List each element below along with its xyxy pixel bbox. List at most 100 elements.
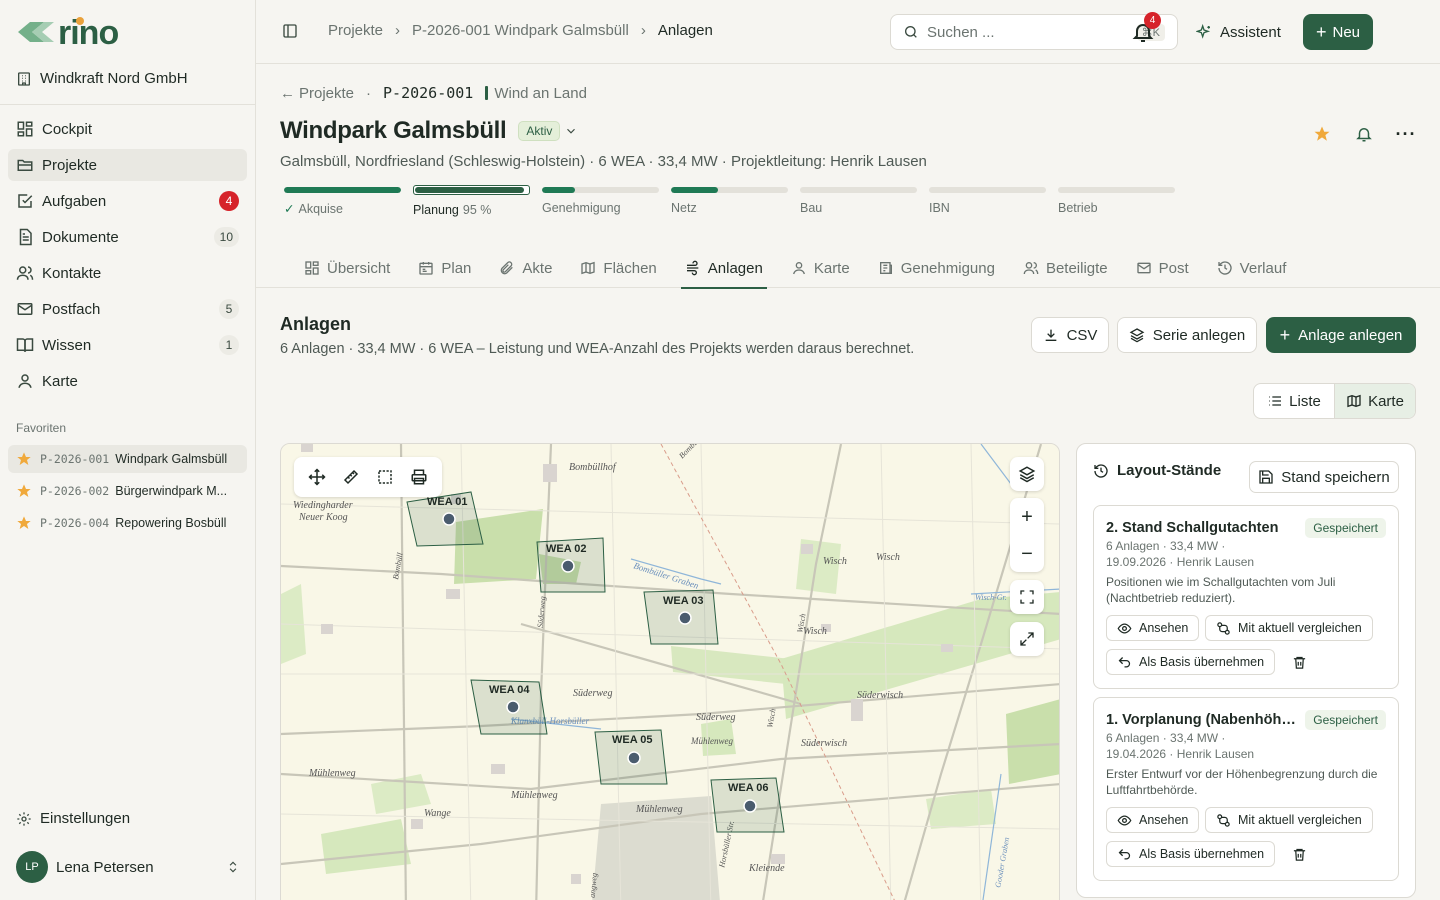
- compare-icon: [1217, 621, 1230, 635]
- tab-post[interactable]: Post: [1132, 248, 1193, 288]
- view-map-option[interactable]: Karte: [1334, 384, 1415, 418]
- view-label: Ansehen: [1139, 621, 1189, 635]
- select-area-icon[interactable]: [374, 466, 396, 488]
- adopt-base-button[interactable]: Als Basis übernehmen: [1106, 649, 1276, 675]
- adopt-base-button[interactable]: Als Basis übernehmen: [1106, 841, 1276, 867]
- project-meta-row: ← Projekte · P-2026-001 Wind an Land: [280, 84, 587, 102]
- stamp-icon: [878, 260, 894, 276]
- tab-flaechen[interactable]: Flächen: [576, 248, 660, 288]
- turbine-wea05[interactable]: WEA 05: [594, 729, 668, 785]
- phase-label: Akquise: [298, 201, 343, 216]
- favorite-item[interactable]: P-2026-004 Repowering Bosbüll: [8, 509, 247, 537]
- zoom-in-button[interactable]: +: [1010, 498, 1044, 535]
- assistant-button[interactable]: Assistent: [1196, 14, 1281, 50]
- fullscreen-button[interactable]: [1010, 622, 1044, 656]
- sidebar-item-projekte[interactable]: Projekte: [8, 149, 247, 181]
- layout-card: 1. Vorplanung (Nabenhöhe ... Gespeichert…: [1093, 697, 1399, 881]
- settings-link[interactable]: Einstellungen: [16, 810, 130, 827]
- tab-verlauf[interactable]: Verlauf: [1213, 248, 1291, 288]
- tab-label: Genehmigung: [900, 259, 995, 277]
- breadcrumb: Projekte › P-2026-001 Windpark Galmsbüll…: [282, 22, 713, 39]
- sidebar-item-cockpit[interactable]: Cockpit: [8, 113, 247, 145]
- sidebar-item-aufgaben[interactable]: Aufgaben 4: [8, 185, 247, 217]
- series-label: Serie anlegen: [1152, 326, 1246, 344]
- phase-akquise[interactable]: ✓ Akquise: [284, 187, 401, 217]
- favorite-item[interactable]: P-2026-001 Windpark Galmsbüll: [8, 445, 247, 473]
- layout-panel: Layout-Stände Stand speichern 2. Stand S…: [1076, 443, 1416, 898]
- view-layout-button[interactable]: Ansehen: [1106, 807, 1200, 833]
- sidebar-item-postfach[interactable]: Postfach 5: [8, 293, 247, 325]
- inbox-count-badge: 5: [219, 299, 239, 319]
- phase-genehmigung[interactable]: Genehmigung: [542, 187, 659, 217]
- turbine-wea01[interactable]: WEA 01: [406, 491, 484, 547]
- phase-netz[interactable]: Netz: [671, 187, 788, 217]
- phase-bau[interactable]: Bau: [800, 187, 917, 217]
- svg-text:Mühlenweg: Mühlenweg: [308, 768, 356, 779]
- phase-betrieb[interactable]: Betrieb: [1058, 187, 1175, 217]
- favorite-code: P-2026-002: [40, 484, 110, 498]
- more-icon[interactable]: ···: [1394, 122, 1418, 146]
- star-icon: [17, 516, 31, 529]
- logo[interactable]: rino: [16, 16, 119, 50]
- sidebar-item-karte[interactable]: Karte: [8, 365, 247, 397]
- sidebar-toggle-icon[interactable]: [282, 23, 298, 39]
- series-button[interactable]: Serie anlegen: [1117, 317, 1257, 353]
- eye-icon: [1117, 622, 1132, 634]
- tab-beteiligte[interactable]: Beteiligte: [1019, 248, 1112, 288]
- zoom-out-button[interactable]: −: [1010, 535, 1044, 572]
- org-name: Windkraft Nord GmbH: [40, 70, 188, 87]
- subscribe-bell-icon[interactable]: [1352, 122, 1376, 146]
- sidebar-item-wissen[interactable]: Wissen 1: [8, 329, 247, 361]
- sidebar-item-dokumente[interactable]: Dokumente 10: [8, 221, 247, 253]
- user-menu[interactable]: LP Lena Petersen: [16, 851, 240, 883]
- status-dropdown[interactable]: Aktiv: [518, 121, 578, 141]
- map-pin-user-icon: [16, 372, 34, 390]
- tab-anlagen[interactable]: Anlagen: [680, 248, 767, 289]
- back-link[interactable]: ← Projekte: [280, 85, 354, 102]
- print-icon[interactable]: [408, 466, 430, 488]
- settings-label: Einstellungen: [40, 810, 131, 827]
- measure-icon[interactable]: [340, 466, 362, 488]
- new-button[interactable]: + Neu: [1303, 14, 1373, 50]
- move-icon[interactable]: [306, 466, 328, 488]
- svg-text:Neuer Koog: Neuer Koog: [298, 512, 348, 523]
- sidebar: rino Windkraft Nord GmbH Cockpit Projekt…: [0, 0, 256, 900]
- save-layout-button[interactable]: Stand speichern: [1249, 461, 1399, 493]
- org-switcher[interactable]: Windkraft Nord GmbH: [16, 70, 188, 87]
- fit-bounds-button[interactable]: [1010, 580, 1044, 614]
- turbine-wea03[interactable]: WEA 03: [643, 589, 719, 645]
- compare-layout-button[interactable]: Mit aktuell vergleichen: [1205, 615, 1373, 641]
- tab-karte[interactable]: Karte: [787, 248, 854, 288]
- compare-layout-button[interactable]: Mit aktuell vergleichen: [1205, 807, 1373, 833]
- turbine-wea02[interactable]: WEA 02: [536, 537, 606, 593]
- layers-button[interactable]: [1010, 457, 1044, 491]
- check-square-icon: [16, 192, 34, 210]
- phase-ibn[interactable]: IBN: [929, 187, 1046, 217]
- sidebar-item-kontakte[interactable]: Kontakte: [8, 257, 247, 289]
- phase-label-row: IBN: [929, 201, 1046, 215]
- delete-layout-button[interactable]: [1289, 844, 1309, 864]
- view-layout-button[interactable]: Ansehen: [1106, 615, 1200, 641]
- view-list-option[interactable]: Liste: [1254, 384, 1334, 418]
- book-icon: [16, 336, 34, 354]
- tab-label: Beteiligte: [1045, 259, 1108, 277]
- tab-plan[interactable]: Plan: [414, 248, 475, 288]
- tab-uebersicht[interactable]: Übersicht: [300, 248, 394, 288]
- tab-genehmigung[interactable]: Genehmigung: [874, 248, 999, 288]
- csv-button[interactable]: CSV: [1031, 317, 1109, 353]
- breadcrumb-projekte[interactable]: Projekte: [328, 22, 383, 39]
- add-turbine-button[interactable]: + Anlage anlegen: [1266, 317, 1416, 353]
- turbine-map[interactable]: Bombüllhof Wiedingharder Neuer Koog Wisc…: [280, 443, 1060, 900]
- view-label: Ansehen: [1139, 813, 1189, 827]
- tab-akte[interactable]: Akte: [495, 248, 556, 288]
- turbine-wea04[interactable]: WEA 04: [470, 679, 548, 735]
- csv-label: CSV: [1066, 326, 1098, 344]
- file-icon: [16, 228, 34, 246]
- delete-layout-button[interactable]: [1289, 652, 1309, 672]
- turbine-wea06[interactable]: WEA 06: [710, 777, 785, 833]
- favorite-star-icon[interactable]: [1310, 122, 1334, 146]
- breadcrumb-project[interactable]: P-2026-001 Windpark Galmsbüll: [412, 22, 629, 39]
- favorite-item[interactable]: P-2026-002 Bürgerwindpark M...: [8, 477, 247, 505]
- phase-planung[interactable]: Planung 95 %: [413, 185, 530, 217]
- project-code: P-2026-001: [383, 84, 474, 102]
